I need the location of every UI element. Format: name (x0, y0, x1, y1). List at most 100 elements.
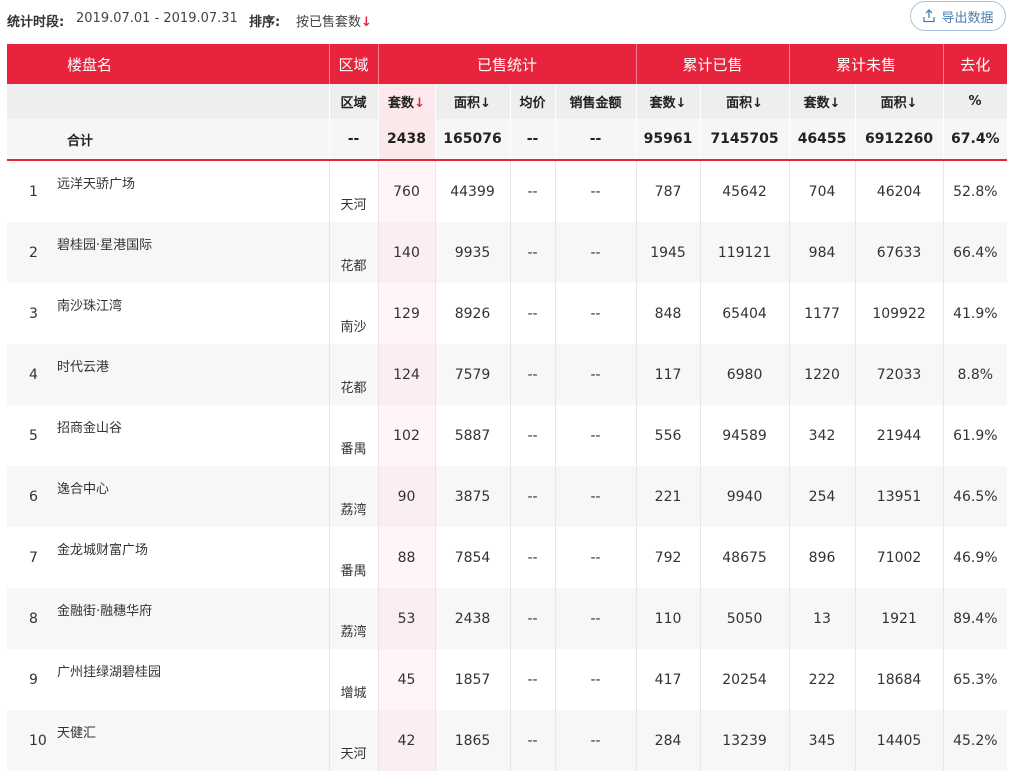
cell-sales-amount: -- (555, 466, 637, 527)
cell-sold-area: 7854 (435, 527, 511, 588)
cell-project-name[interactable]: 逸合中心 (57, 466, 330, 527)
cell-cum-sold-area: 6980 (700, 344, 790, 405)
cell-sold-units: 53 (378, 588, 436, 649)
sort-cum-sold-units[interactable]: 套数↓ (636, 84, 701, 119)
cell-cum-unsold-area: 13951 (855, 466, 944, 527)
cell-cum-sold-units: 110 (636, 588, 701, 649)
cell-project-name[interactable]: 广州挂绿湖碧桂园 (57, 649, 330, 710)
period-value: 2019.07.01 - 2019.07.31 (76, 11, 238, 26)
cell-cum-sold-area: 119121 (700, 222, 790, 283)
cell-avg-price: -- (510, 466, 556, 527)
cell-area: 花都 (329, 344, 379, 405)
total-avg-price: -- (510, 119, 556, 161)
sort-sold-units[interactable]: 套数↓ (378, 84, 436, 119)
cell-cum-sold-units: 1945 (636, 222, 701, 283)
cell-avg-price: -- (510, 527, 556, 588)
cell-cum-unsold-units: 13 (789, 588, 856, 649)
cell-cum-unsold-area: 109922 (855, 283, 944, 344)
cell-cum-unsold-units: 896 (789, 527, 856, 588)
cell-project-name[interactable]: 招商金山谷 (57, 405, 330, 466)
cell-absorption: 66.4% (943, 222, 1008, 283)
cell-project-name[interactable]: 南沙珠江湾 (57, 283, 330, 344)
cell-rank: 2 (7, 222, 57, 283)
cell-project-name[interactable]: 远洋天骄广场 (57, 160, 330, 222)
header-project-name: 楼盘名 (7, 44, 330, 84)
cell-cum-sold-area: 45642 (700, 160, 790, 222)
filter-bar: 统计时段: 2019.07.01 - 2019.07.31 排序: 按已售套数↓… (0, 0, 1032, 40)
cell-avg-price: -- (510, 344, 556, 405)
cell-area: 花都 (329, 222, 379, 283)
cell-sold-units: 88 (378, 527, 436, 588)
sort-value[interactable]: 按已售套数↓ (296, 11, 372, 30)
cell-rank: 8 (7, 588, 57, 649)
cell-absorption: 8.8% (943, 344, 1008, 405)
cell-sold-units: 129 (378, 283, 436, 344)
cell-project-name[interactable]: 天健汇 (57, 710, 330, 771)
sort-cum-unsold-area[interactable]: 面积↓ (855, 84, 944, 119)
cell-cum-sold-units: 787 (636, 160, 701, 222)
cell-sales-amount: -- (555, 222, 637, 283)
cell-cum-unsold-area: 18684 (855, 649, 944, 710)
cell-absorption: 89.4% (943, 588, 1008, 649)
cell-sold-area: 7579 (435, 344, 511, 405)
cell-cum-sold-area: 13239 (700, 710, 790, 771)
header-sold-stats: 已售统计 (378, 44, 637, 84)
cell-cum-unsold-units: 254 (789, 466, 856, 527)
cell-cum-sold-area: 48675 (700, 527, 790, 588)
cell-absorption: 52.8% (953, 183, 998, 200)
cell-cum-sold-units: 284 (636, 710, 701, 771)
cell-sold-area: 1857 (435, 649, 511, 710)
cell-avg-price: -- (510, 710, 556, 771)
cell-cum-sold-units: 117 (636, 344, 701, 405)
cell-avg-price: -- (510, 160, 556, 222)
cell-project-name[interactable]: 时代云港 (57, 344, 330, 405)
cell-cum-unsold-units: 345 (789, 710, 856, 771)
cell-sold-area: 3875 (435, 466, 511, 527)
cell-area: 南沙 (329, 283, 379, 344)
table-row: 6 逸合中心 荔湾 90 3875 -- -- 221 9940 254 13951 46.5% (7, 466, 1008, 527)
total-cum-sold-area: 7145705 (700, 119, 790, 161)
total-row: 合计 -- 2438 165076 -- -- 95961 7145705 46… (7, 119, 1008, 161)
total-cum-unsold-units: 46455 (789, 119, 856, 161)
cell-area: 番禺 (329, 405, 379, 466)
subheader-cum-sold-units: 套数 (649, 96, 676, 111)
cell-sold-area: 2438 (435, 588, 511, 649)
total-sold-area: 165076 (435, 119, 511, 161)
cell-sales-amount: -- (555, 344, 637, 405)
cell-project-name[interactable]: 金融街·融穗华府 (57, 588, 330, 649)
table-row: 8 金融街·融穗华府 荔湾 53 2438 -- -- 110 5050 13 1921 89.4% (7, 588, 1008, 649)
total-sales-amount: -- (555, 119, 637, 161)
sort-desc-icon: ↓ (480, 96, 491, 111)
subheader-avg-price: 均价 (510, 84, 556, 119)
cell-sales-amount: -- (555, 710, 637, 771)
cell-avg-price: -- (510, 649, 556, 710)
cell-area: 增城 (329, 649, 379, 710)
header-sub-row: 区域 套数↓ 面积↓ 均价 销售金额 套数↓ 面积↓ 套数↓ 面积↓ % (7, 84, 1008, 119)
cell-cum-unsold-area: 21944 (855, 405, 944, 466)
cell-area: 天河 (329, 160, 379, 222)
total-cum-unsold-area: 6912260 (855, 119, 944, 161)
header-absorption: 去化 (943, 44, 1008, 84)
export-data-button[interactable]: 导出数据 (910, 1, 1006, 31)
sort-cum-sold-area[interactable]: 面积↓ (700, 84, 790, 119)
total-cum-sold-units: 95961 (636, 119, 701, 161)
cell-project-name[interactable]: 碧桂园·星港国际 (57, 222, 330, 283)
sort-desc-icon: ↓ (829, 96, 841, 111)
header-area: 区域 (329, 44, 379, 84)
subheader-area: 区域 (329, 84, 379, 119)
cell-cum-sold-area: 20254 (700, 649, 790, 710)
sort-cum-unsold-units[interactable]: 套数↓ (789, 84, 856, 119)
cell-sold-units: 140 (378, 222, 436, 283)
cell-sold-area: 44399 (435, 160, 511, 222)
sort-desc-icon: ↓ (752, 96, 763, 111)
sort-sold-area[interactable]: 面积↓ (435, 84, 511, 119)
table-row: 1 远洋天骄广场 天河 760 44399 -- -- 787 45642 704 46204 52.… (7, 160, 1007, 222)
cell-sold-area: 8926 (435, 283, 511, 344)
total-label: 合计 (7, 119, 330, 161)
cell-cum-unsold-units: 984 (789, 222, 856, 283)
sort-desc-icon: ↓ (906, 96, 918, 111)
cell-avg-price: -- (510, 405, 556, 466)
cell-project-name[interactable]: 金龙城财富广场 (57, 527, 330, 588)
cell-cum-unsold-units: 342 (789, 405, 856, 466)
cell-rank: 1 (29, 183, 38, 200)
